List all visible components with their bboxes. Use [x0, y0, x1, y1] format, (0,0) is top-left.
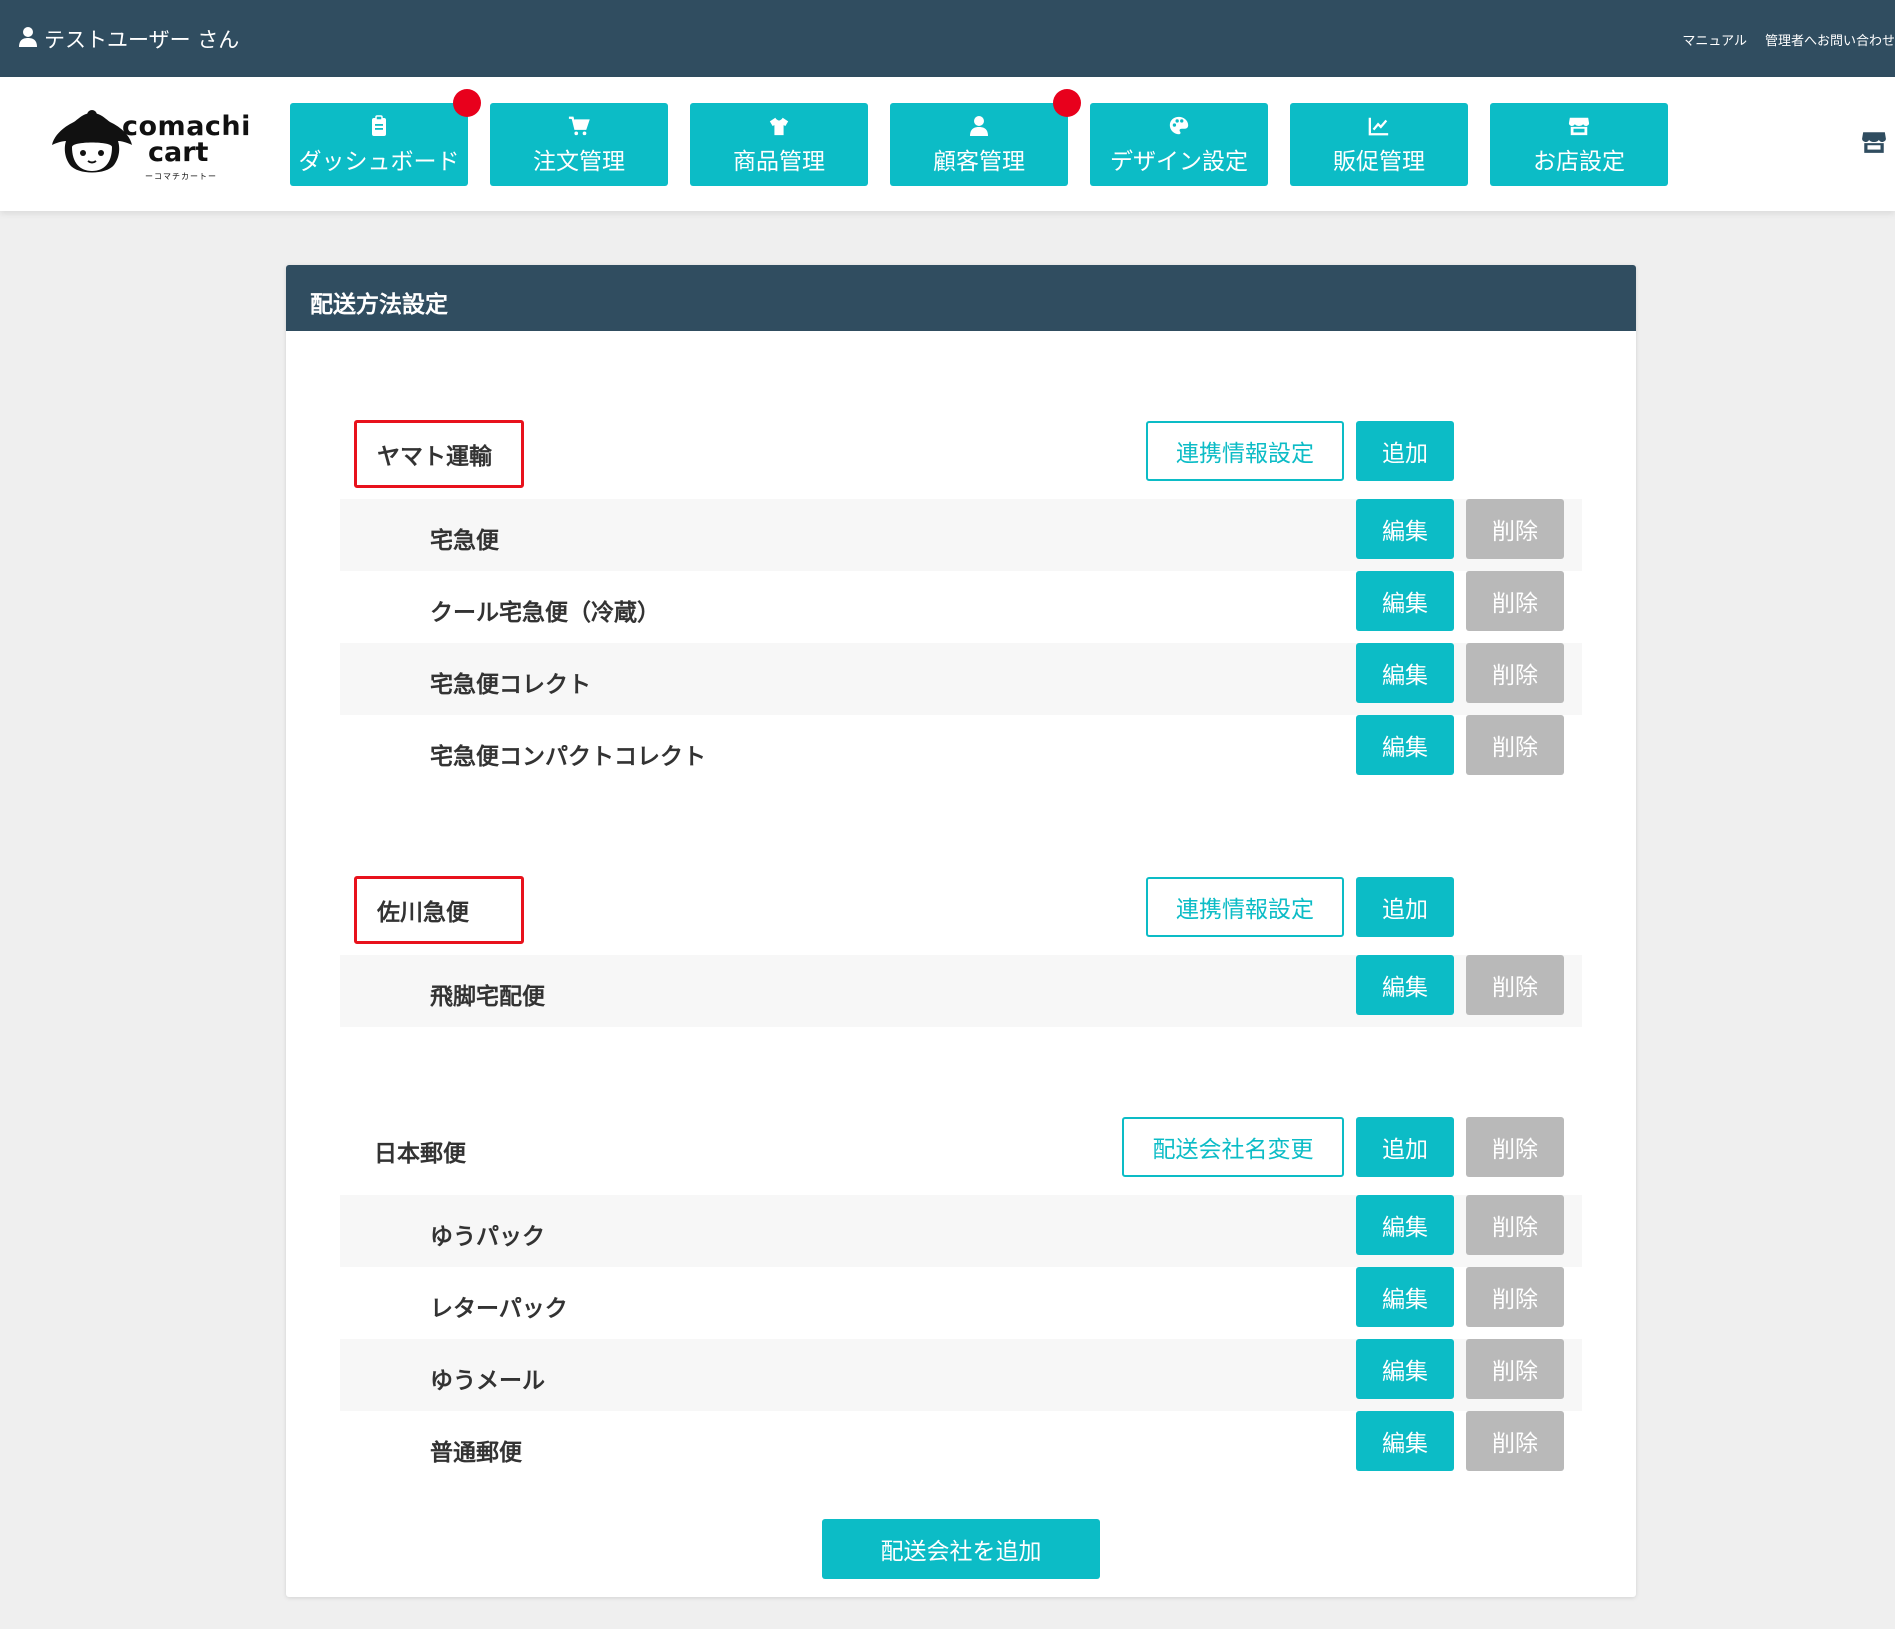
company-name-sagawa: 佐川急便 — [354, 876, 524, 944]
tshirt-icon — [768, 114, 790, 138]
nav-customers-label: 顧客管理 — [933, 148, 1025, 175]
delete-button[interactable]: 削除 — [1466, 1339, 1564, 1399]
logo-text-cart: cart — [148, 137, 209, 168]
delete-button[interactable]: 削除 — [1466, 1195, 1564, 1255]
panel-header: 配送方法設定 — [286, 265, 1636, 331]
nav-products-label: 商品管理 — [733, 148, 825, 175]
add-method-button[interactable]: 追加 — [1356, 1117, 1454, 1177]
storefront-icon[interactable] — [1861, 129, 1887, 159]
nav-dashboard-button[interactable]: ダッシュボード — [290, 89, 481, 186]
delete-button[interactable]: 削除 — [1466, 1411, 1564, 1471]
delete-button[interactable]: 削除 — [1466, 715, 1564, 775]
clipboard-icon — [368, 114, 390, 138]
nav-store-label: お店設定 — [1533, 148, 1625, 175]
cart-icon — [568, 114, 590, 138]
link-settings-button[interactable]: 連携情報設定 — [1146, 877, 1344, 937]
nav-dashboard-label: ダッシュボード — [298, 148, 460, 175]
user-name: テストユーザー さん — [44, 28, 240, 52]
shipping-method-name: ゆうパック — [430, 1224, 545, 1250]
edit-button[interactable]: 編集 — [1356, 1411, 1454, 1471]
shipping-method-name: レターパック — [430, 1296, 568, 1322]
user-icon — [18, 26, 38, 53]
shipping-settings-panel: 配送方法設定 ヤマト運輸 連携情報設定 追加 宅急便 編集 削除 クール宅急便（… — [286, 265, 1636, 1597]
nav-customers-button[interactable]: 顧客管理 — [890, 89, 1081, 186]
nav-store-button[interactable]: お店設定 — [1490, 103, 1668, 186]
delete-button[interactable]: 削除 — [1466, 1267, 1564, 1327]
notification-badge — [453, 89, 481, 117]
nav-design-label: デザイン設定 — [1110, 148, 1248, 175]
add-method-button[interactable]: 追加 — [1356, 877, 1454, 937]
delete-button[interactable]: 削除 — [1466, 643, 1564, 703]
company-name-yamato: ヤマト運輸 — [354, 420, 524, 488]
manual-link[interactable]: マニュアル — [1682, 30, 1747, 49]
nav-orders-button[interactable]: 注文管理 — [490, 103, 668, 186]
store-icon — [1568, 114, 1590, 138]
company-name-japan-post: 日本郵便 — [374, 1141, 466, 1167]
shipping-method-name: 宅急便 — [430, 528, 499, 554]
rename-company-button[interactable]: 配送会社名変更 — [1122, 1117, 1344, 1177]
shipping-method-name: ゆうメール — [430, 1368, 545, 1394]
notification-badge — [1053, 89, 1081, 117]
top-bar: テストユーザー さん マニュアル 管理者へお問い合わせ — [0, 0, 1895, 77]
shipping-method-name: クール宅急便（冷蔵） — [430, 600, 660, 626]
shipping-method-name: 宅急便コンパクトコレクト — [430, 744, 706, 770]
comachi-cart-logo[interactable]: comachi cart ーコマチカートー — [50, 107, 250, 187]
logo-subtext: ーコマチカートー — [145, 172, 217, 181]
main-header: comachi cart ーコマチカートー ダッシュボード 注文管理 商品管理 … — [0, 77, 1895, 211]
add-company-button[interactable]: 配送会社を追加 — [822, 1519, 1100, 1579]
palette-icon — [1168, 114, 1190, 138]
delete-button[interactable]: 削除 — [1466, 955, 1564, 1015]
edit-button[interactable]: 編集 — [1356, 499, 1454, 559]
delete-button[interactable]: 削除 — [1466, 499, 1564, 559]
shipping-method-name: 飛脚宅配便 — [430, 984, 545, 1010]
edit-button[interactable]: 編集 — [1356, 955, 1454, 1015]
panel-title: 配送方法設定 — [310, 292, 448, 318]
delete-company-button[interactable]: 削除 — [1466, 1117, 1564, 1177]
user-menu[interactable]: テストユーザー さん — [18, 24, 239, 54]
edit-button[interactable]: 編集 — [1356, 571, 1454, 631]
person-icon — [968, 114, 990, 138]
nav-promotion-label: 販促管理 — [1333, 148, 1425, 175]
edit-button[interactable]: 編集 — [1356, 643, 1454, 703]
delete-button[interactable]: 削除 — [1466, 571, 1564, 631]
nav-promotion-button[interactable]: 販促管理 — [1290, 103, 1468, 186]
shipping-method-name: 普通郵便 — [430, 1440, 522, 1466]
contact-admin-link[interactable]: 管理者へお問い合わせ — [1765, 30, 1895, 49]
nav-design-button[interactable]: デザイン設定 — [1090, 103, 1268, 186]
nav-products-button[interactable]: 商品管理 — [690, 103, 868, 186]
nav-orders-label: 注文管理 — [533, 148, 625, 175]
chart-line-icon — [1368, 114, 1390, 138]
edit-button[interactable]: 編集 — [1356, 715, 1454, 775]
add-method-button[interactable]: 追加 — [1356, 421, 1454, 481]
edit-button[interactable]: 編集 — [1356, 1195, 1454, 1255]
shipping-method-name: 宅急便コレクト — [430, 672, 591, 698]
link-settings-button[interactable]: 連携情報設定 — [1146, 421, 1344, 481]
edit-button[interactable]: 編集 — [1356, 1339, 1454, 1399]
edit-button[interactable]: 編集 — [1356, 1267, 1454, 1327]
